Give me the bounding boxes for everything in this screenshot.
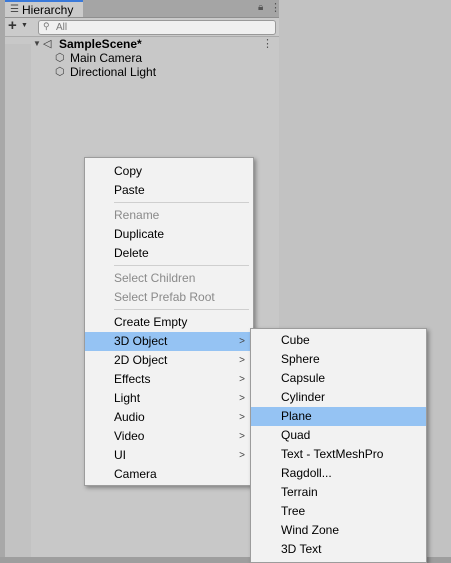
menu-item-label: Tree: [281, 504, 306, 518]
menu-item-label: Terrain: [281, 485, 318, 499]
menu-item-label: Delete: [114, 246, 149, 260]
menu-item-audio[interactable]: Audio >: [85, 408, 253, 427]
menu-item-delete[interactable]: Delete: [85, 244, 253, 263]
add-object-button[interactable]: +: [8, 17, 17, 34]
unity-scene-icon: ◁: [43, 38, 52, 50]
menu-item-label: Duplicate: [114, 227, 165, 241]
search-box[interactable]: ⚲: [38, 20, 276, 35]
panel-tab-bar: ☰ Hierarchy 🔒︎ ⋮: [5, 0, 281, 18]
submenu-item-text-textmeshpro[interactable]: Text - TextMeshPro: [251, 445, 426, 464]
menu-item-label: Wind Zone: [281, 523, 340, 537]
menu-item-paste[interactable]: Paste: [85, 181, 253, 200]
search-icon: ⚲: [43, 21, 50, 31]
menu-item-label: Select Children: [114, 271, 196, 285]
menu-item-label: 3D Object: [114, 334, 168, 348]
menu-item-label: Light: [114, 391, 141, 405]
scene-name: SampleScene*: [59, 37, 142, 51]
list-icon: ☰: [10, 4, 19, 15]
menu-item-label: Text - TextMeshPro: [281, 447, 384, 461]
menu-item-label: 2D Object: [114, 353, 168, 367]
menu-item-label: UI: [114, 448, 126, 462]
menu-item-select-prefab-root: Select Prefab Root: [85, 288, 253, 307]
submenu-item-tree[interactable]: Tree: [251, 502, 426, 521]
scene-kebab-icon[interactable]: ⋮: [262, 37, 273, 50]
menu-item-label: Copy: [114, 164, 143, 178]
menu-item-label: Ragdoll...: [281, 466, 332, 480]
submenu-item-sphere[interactable]: Sphere: [251, 350, 426, 369]
menu-item-label: Capsule: [281, 371, 326, 385]
chevron-right-icon: >: [239, 374, 245, 385]
menu-item-duplicate[interactable]: Duplicate: [85, 225, 253, 244]
menu-item-label: Paste: [114, 183, 145, 197]
menu-item-create-empty[interactable]: Create Empty: [85, 313, 253, 332]
submenu-item-plane[interactable]: Plane: [251, 407, 426, 426]
menu-item-effects[interactable]: Effects >: [85, 370, 253, 389]
hierarchy-item[interactable]: ⬡ Directional Light: [55, 65, 303, 80]
chevron-right-icon: >: [239, 355, 245, 366]
menu-item-label: Rename: [114, 208, 160, 222]
menu-item-ui[interactable]: UI >: [85, 446, 253, 465]
menu-item-label: Effects: [114, 372, 151, 386]
submenu-item-terrain[interactable]: Terrain: [251, 483, 426, 502]
menu-item-select-children: Select Children: [85, 269, 253, 288]
menu-item-label: Cylinder: [281, 390, 326, 404]
menu-item-label: Cube: [281, 333, 310, 347]
chevron-right-icon: >: [239, 336, 245, 347]
tab-hierarchy[interactable]: ☰ Hierarchy: [5, 0, 83, 17]
menu-item-label: Create Empty: [114, 315, 188, 329]
chevron-right-icon: >: [239, 431, 245, 442]
menu-item-label: Quad: [281, 428, 311, 442]
menu-separator: [114, 309, 249, 310]
hierarchy-toolbar: + ▼ ⚲: [5, 17, 279, 37]
menu-item-label: Audio: [114, 410, 145, 424]
hierarchy-item[interactable]: ⬡ Main Camera: [55, 51, 303, 66]
kebab-menu-icon[interactable]: ⋮: [270, 1, 281, 14]
scene-row[interactable]: ▼ ◁ SampleScene* ⋮: [31, 37, 279, 52]
menu-item-label: Select Prefab Root: [114, 290, 215, 304]
hierarchy-item-label: Directional Light: [70, 65, 157, 79]
search-input[interactable]: [56, 21, 266, 34]
menu-separator: [114, 202, 249, 203]
menu-item-label: Video: [114, 429, 145, 443]
submenu-item-cylinder[interactable]: Cylinder: [251, 388, 426, 407]
context-menu: Copy Paste Rename Duplicate Delete Selec…: [84, 157, 254, 486]
menu-item-label: Sphere: [281, 352, 320, 366]
submenu-item-wind-zone[interactable]: Wind Zone: [251, 521, 426, 540]
chevron-down-icon[interactable]: ▼: [21, 22, 28, 29]
menu-item-video[interactable]: Video >: [85, 427, 253, 446]
gameobject-cube-icon: ⬡: [55, 52, 65, 64]
submenu-item-ragdoll[interactable]: Ragdoll...: [251, 464, 426, 483]
menu-item-light[interactable]: Light >: [85, 389, 253, 408]
menu-item-rename: Rename: [85, 206, 253, 225]
lock-icon[interactable]: 🔒︎: [258, 2, 263, 13]
menu-item-camera[interactable]: Camera: [85, 465, 253, 484]
chevron-right-icon: >: [239, 450, 245, 461]
menu-item-3d-object[interactable]: 3D Object >: [85, 332, 253, 351]
submenu-item-3d-text[interactable]: 3D Text: [251, 540, 426, 559]
menu-item-label: Camera: [114, 467, 157, 481]
submenu-item-quad[interactable]: Quad: [251, 426, 426, 445]
menu-item-label: Plane: [281, 409, 312, 423]
submenu-item-capsule[interactable]: Capsule: [251, 369, 426, 388]
menu-item-2d-object[interactable]: 2D Object >: [85, 351, 253, 370]
menu-item-label: 3D Text: [281, 542, 322, 556]
gameobject-cube-icon: ⬡: [55, 66, 65, 78]
chevron-right-icon: >: [239, 412, 245, 423]
hierarchy-gutter: [5, 44, 31, 557]
submenu-3d-object: Cube Sphere Capsule Cylinder Plane Quad …: [250, 328, 427, 563]
fold-arrow-icon[interactable]: ▼: [33, 39, 41, 48]
menu-separator: [114, 265, 249, 266]
menu-item-copy[interactable]: Copy: [85, 162, 253, 181]
tab-hierarchy-label: Hierarchy: [22, 3, 74, 17]
chevron-right-icon: >: [239, 393, 245, 404]
submenu-item-cube[interactable]: Cube: [251, 331, 426, 350]
hierarchy-item-label: Main Camera: [70, 51, 143, 65]
